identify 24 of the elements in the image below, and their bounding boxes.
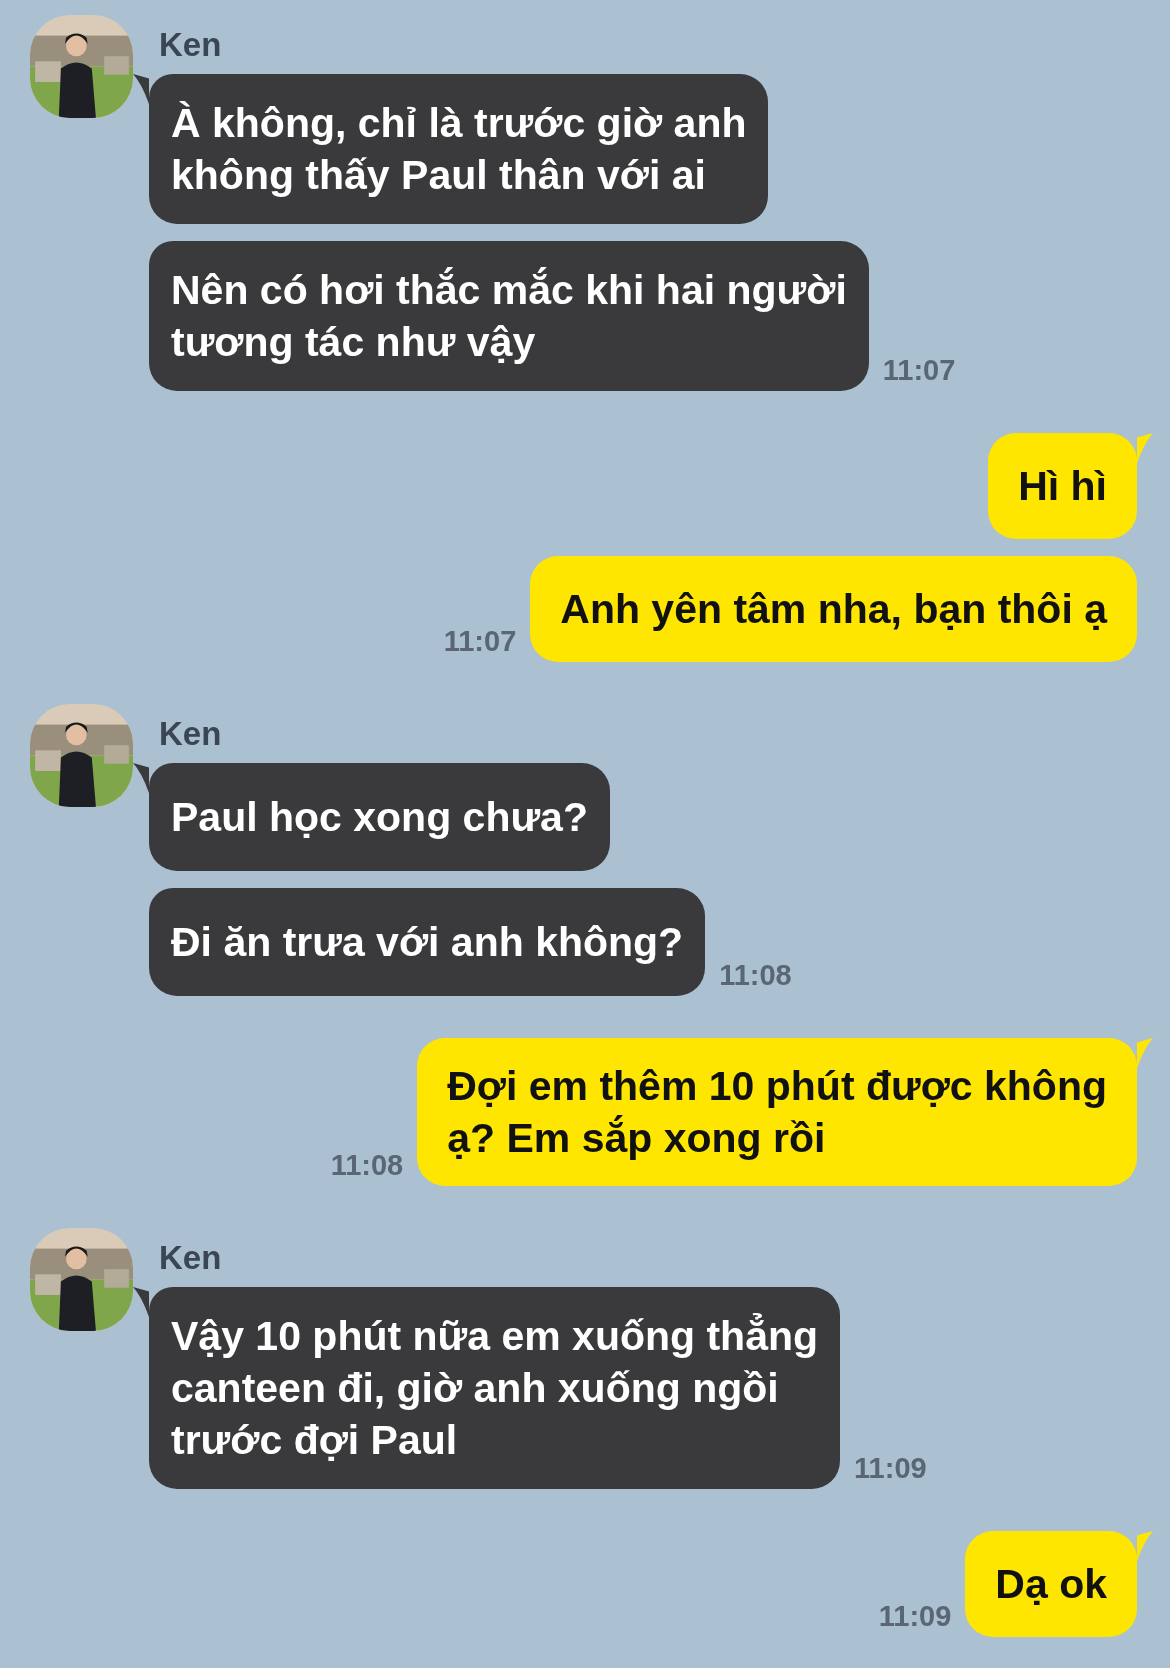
message-time: 11:07 <box>882 354 956 387</box>
message-bubble: Đi ăn trưa với anh không? <box>149 888 706 996</box>
bubble-tail <box>1137 1531 1153 1561</box>
message-time: 11:08 <box>719 959 792 992</box>
message-bubble: À không, chỉ là trước giờ anh không thấy Paul thân với ai <box>149 74 769 224</box>
message-time: 11:07 <box>443 625 517 658</box>
bubble-tail <box>133 1287 149 1317</box>
bubble-tail <box>133 763 149 793</box>
sender-name: Ken <box>159 25 223 65</box>
sender-name: Ken <box>159 714 223 754</box>
message-bubble: Paul học xong chưa? <box>149 763 610 871</box>
message-time: 11:09 <box>854 1452 927 1485</box>
bubble-tail <box>133 74 149 104</box>
message-time: 11:08 <box>330 1149 404 1182</box>
message-bubble: Vậy 10 phút nữa em xuống thẳng canteen đi, giờ anh xuống ngồi trước đợi Paul <box>149 1287 841 1489</box>
sender-name: Ken <box>159 1238 223 1278</box>
bubble-tail <box>1137 1038 1153 1068</box>
message-bubble: Đợi em thêm 10 phút được không ạ? Em sắp xong rồi <box>417 1038 1137 1186</box>
message-bubble: Anh yên tâm nha, bạn thôi ạ <box>530 556 1137 662</box>
message-bubble: Nên có hơi thắc mắc khi hai người tương tác như vậy <box>149 241 869 391</box>
message-bubble: Dạ ok <box>965 1531 1137 1637</box>
bubble-tail <box>1137 433 1153 463</box>
message-time: 11:09 <box>878 1600 952 1633</box>
message-bubble: Hì hì <box>988 433 1137 539</box>
